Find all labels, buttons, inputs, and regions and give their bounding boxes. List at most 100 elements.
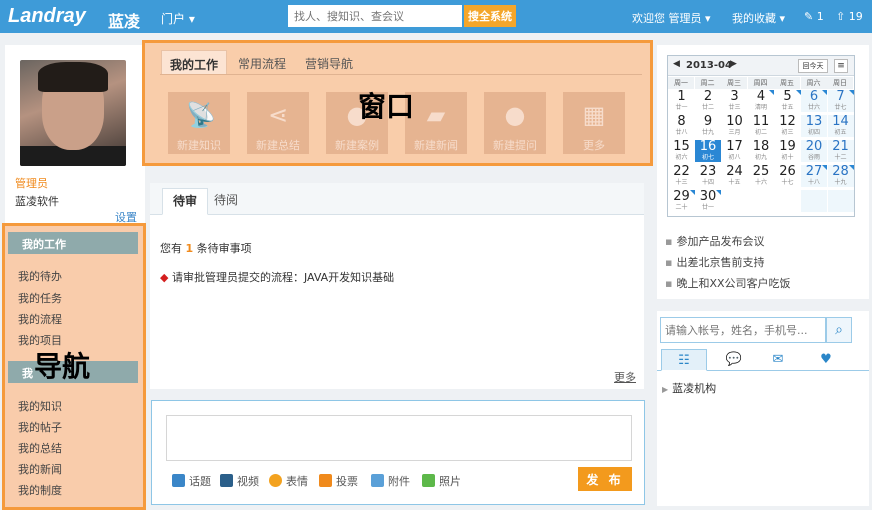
menu-icon[interactable]: ≡ [834, 59, 848, 73]
global-search-button[interactable]: 搜全系统 [464, 5, 516, 27]
calendar-day[interactable]: 16 初七 [695, 140, 721, 162]
weekday-label: 周六 [800, 77, 827, 89]
tab-common-processes[interactable]: 常用流程 [238, 50, 286, 74]
calendar-lunar-label: 初二 [754, 129, 767, 136]
calendar-day[interactable]: 19 初十 [775, 140, 801, 162]
calendar-day-number: 20 [805, 139, 823, 154]
event-item[interactable]: ▪ 出差北京售前支持 [665, 254, 764, 270]
post-input[interactable] [166, 415, 632, 461]
calendar-day[interactable]: 17 初八 [722, 140, 748, 162]
org-node-root[interactable]: ▶ 蓝凌机构 [662, 380, 716, 396]
nav-section-my-work[interactable]: 我的工作 [8, 232, 138, 254]
nav-item-my-news[interactable]: 我的新闻 [18, 461, 62, 477]
photo-icon [422, 474, 435, 487]
calendar-day[interactable]: 20 谷雨 [801, 140, 827, 162]
car-icon: ▰ [426, 101, 446, 129]
calendar-day[interactable]: 1 廿一 [669, 90, 695, 112]
notes-indicator[interactable]: ✎ 1 [804, 10, 824, 23]
avatar[interactable] [20, 60, 126, 166]
tab-pending-review[interactable]: 待审 [162, 188, 209, 215]
publish-button[interactable]: 发 布 [578, 467, 632, 491]
event-item[interactable]: ▪ 晚上和XX公司客户吃饭 [665, 275, 791, 291]
followers-indicator[interactable]: ⇧ 19 [836, 10, 863, 23]
favorite-icon[interactable]: ♥ [803, 349, 849, 371]
calendar-weekdays: 周一 周二 周三 周四 周五 周六 周日 [668, 77, 854, 89]
search-icon[interactable]: ⌕ [826, 317, 852, 343]
nav-item-my-posts[interactable]: 我的帖子 [18, 419, 62, 435]
global-search-input[interactable] [288, 5, 462, 27]
tab-marketing-nav[interactable]: 营销导航 [305, 50, 353, 74]
calendar-day[interactable]: 2 廿二 [695, 90, 721, 112]
tool-vote[interactable]: 投票 [319, 473, 358, 489]
org-search-input[interactable] [660, 317, 826, 343]
calendar-day[interactable]: 27 十八 [801, 165, 827, 187]
calendar-day[interactable]: 25 十六 [748, 165, 774, 187]
calendar-day[interactable]: 26 十七 [775, 165, 801, 187]
calendar-day[interactable]: 3 廿三 [722, 90, 748, 112]
calendar-lunar-label: 初三 [781, 129, 794, 136]
event-item[interactable]: ▪ 参加产品发布会议 [665, 233, 764, 249]
logo[interactable]: Landray [8, 5, 86, 28]
calendar-day-number: 16 [699, 139, 717, 154]
nav-item-my-processes[interactable]: 我的流程 [18, 311, 62, 327]
calendar-day[interactable]: 14 初五 [827, 115, 854, 137]
next-month-icon[interactable]: ▶ [730, 59, 737, 69]
satellite-dish-icon: 📡 [186, 101, 216, 129]
tool-photo[interactable]: 照片 [422, 473, 461, 489]
review-tabs: 待审 待阅 [150, 183, 644, 215]
task-item[interactable]: ◆ 请审批管理员提交的流程：JAVA开发知识基础 [160, 269, 394, 285]
calendar-day[interactable]: 8 廿八 [669, 115, 695, 137]
tile-more[interactable]: ▦ 更多 [563, 92, 625, 154]
prev-month-icon[interactable]: ◀ [673, 59, 680, 69]
tool-emoji[interactable]: 表情 [269, 473, 308, 489]
calendar-day[interactable]: 30 廿一 [695, 190, 721, 212]
more-link[interactable]: 更多 [614, 369, 636, 385]
calendar-day-number: 29 [673, 189, 690, 204]
calendar-day[interactable]: 15 初六 [669, 140, 695, 162]
nav-item-my-todo[interactable]: 我的待办 [18, 268, 62, 284]
tile-new-news[interactable]: ▰ 新建新闻 [405, 92, 467, 154]
tile-new-question[interactable]: ● 新建提问 [484, 92, 546, 154]
calendar-day[interactable]: 21 十二 [827, 140, 854, 162]
tile-new-knowledge[interactable]: 📡 新建知识 [168, 92, 230, 154]
calendar-day[interactable]: 5 廿五 [775, 90, 801, 112]
calendar-day[interactable]: 29 二十 [669, 190, 695, 212]
favorites-menu[interactable]: 我的收藏 ▾ [732, 10, 785, 26]
calendar-day[interactable]: 7 廿七 [827, 90, 854, 112]
calendar-day[interactable]: 22 十三 [669, 165, 695, 187]
nav-item-my-policies[interactable]: 我的制度 [18, 482, 62, 498]
calendar-day[interactable]: 28 十九 [827, 165, 854, 187]
tile-new-summary[interactable]: ⋖ 新建总结 [247, 92, 309, 154]
org-tree-icon[interactable]: ☷ [661, 349, 707, 371]
today-button[interactable]: 回今天 [798, 59, 828, 73]
pending-count-prefix: 您有 [160, 242, 182, 255]
tab-my-work[interactable]: 我的工作 [161, 50, 228, 74]
calendar-day[interactable]: 23 十四 [695, 165, 721, 187]
logo-cn[interactable]: 蓝凌 [108, 8, 140, 32]
message-icon[interactable]: ✉ [755, 349, 801, 371]
tool-video[interactable]: 视频 [220, 473, 259, 489]
nav-item-my-knowledge[interactable]: 我的知识 [18, 398, 62, 414]
calendar-day[interactable]: 4 清明 [748, 90, 774, 112]
tool-topic[interactable]: 话题 [172, 473, 211, 489]
tab-pending-read[interactable]: 待阅 [214, 191, 238, 208]
user-menu[interactable]: 欢迎您 管理员 ▾ [632, 10, 711, 26]
calendar-day[interactable]: 9 廿九 [695, 115, 721, 137]
nav-item-my-tasks[interactable]: 我的任务 [18, 290, 62, 306]
nav-item-my-summaries[interactable]: 我的总结 [18, 440, 62, 456]
chat-icon[interactable]: 💬 [711, 349, 757, 371]
calendar-lunar-label: 初四 [807, 129, 820, 136]
calendar-day[interactable]: 10 三月 [722, 115, 748, 137]
calendar-day[interactable]: 6 廿六 [801, 90, 827, 112]
user-role[interactable]: 管理员 [15, 175, 48, 191]
calendar-day[interactable]: 13 初四 [801, 115, 827, 137]
task-text[interactable]: 请审批管理员提交的流程：JAVA开发知识基础 [172, 271, 394, 284]
expand-arrow-icon[interactable]: ▶ [662, 385, 668, 394]
calendar-day[interactable]: 24 十五 [722, 165, 748, 187]
calendar-day[interactable]: 18 初九 [748, 140, 774, 162]
follow-icon: ⇧ [836, 10, 846, 23]
tool-attachment[interactable]: 附件 [371, 473, 410, 489]
calendar-day[interactable]: 11 初二 [748, 115, 774, 137]
portal-menu[interactable]: 门户 ▾ [161, 10, 195, 27]
calendar-day[interactable]: 12 初三 [775, 115, 801, 137]
